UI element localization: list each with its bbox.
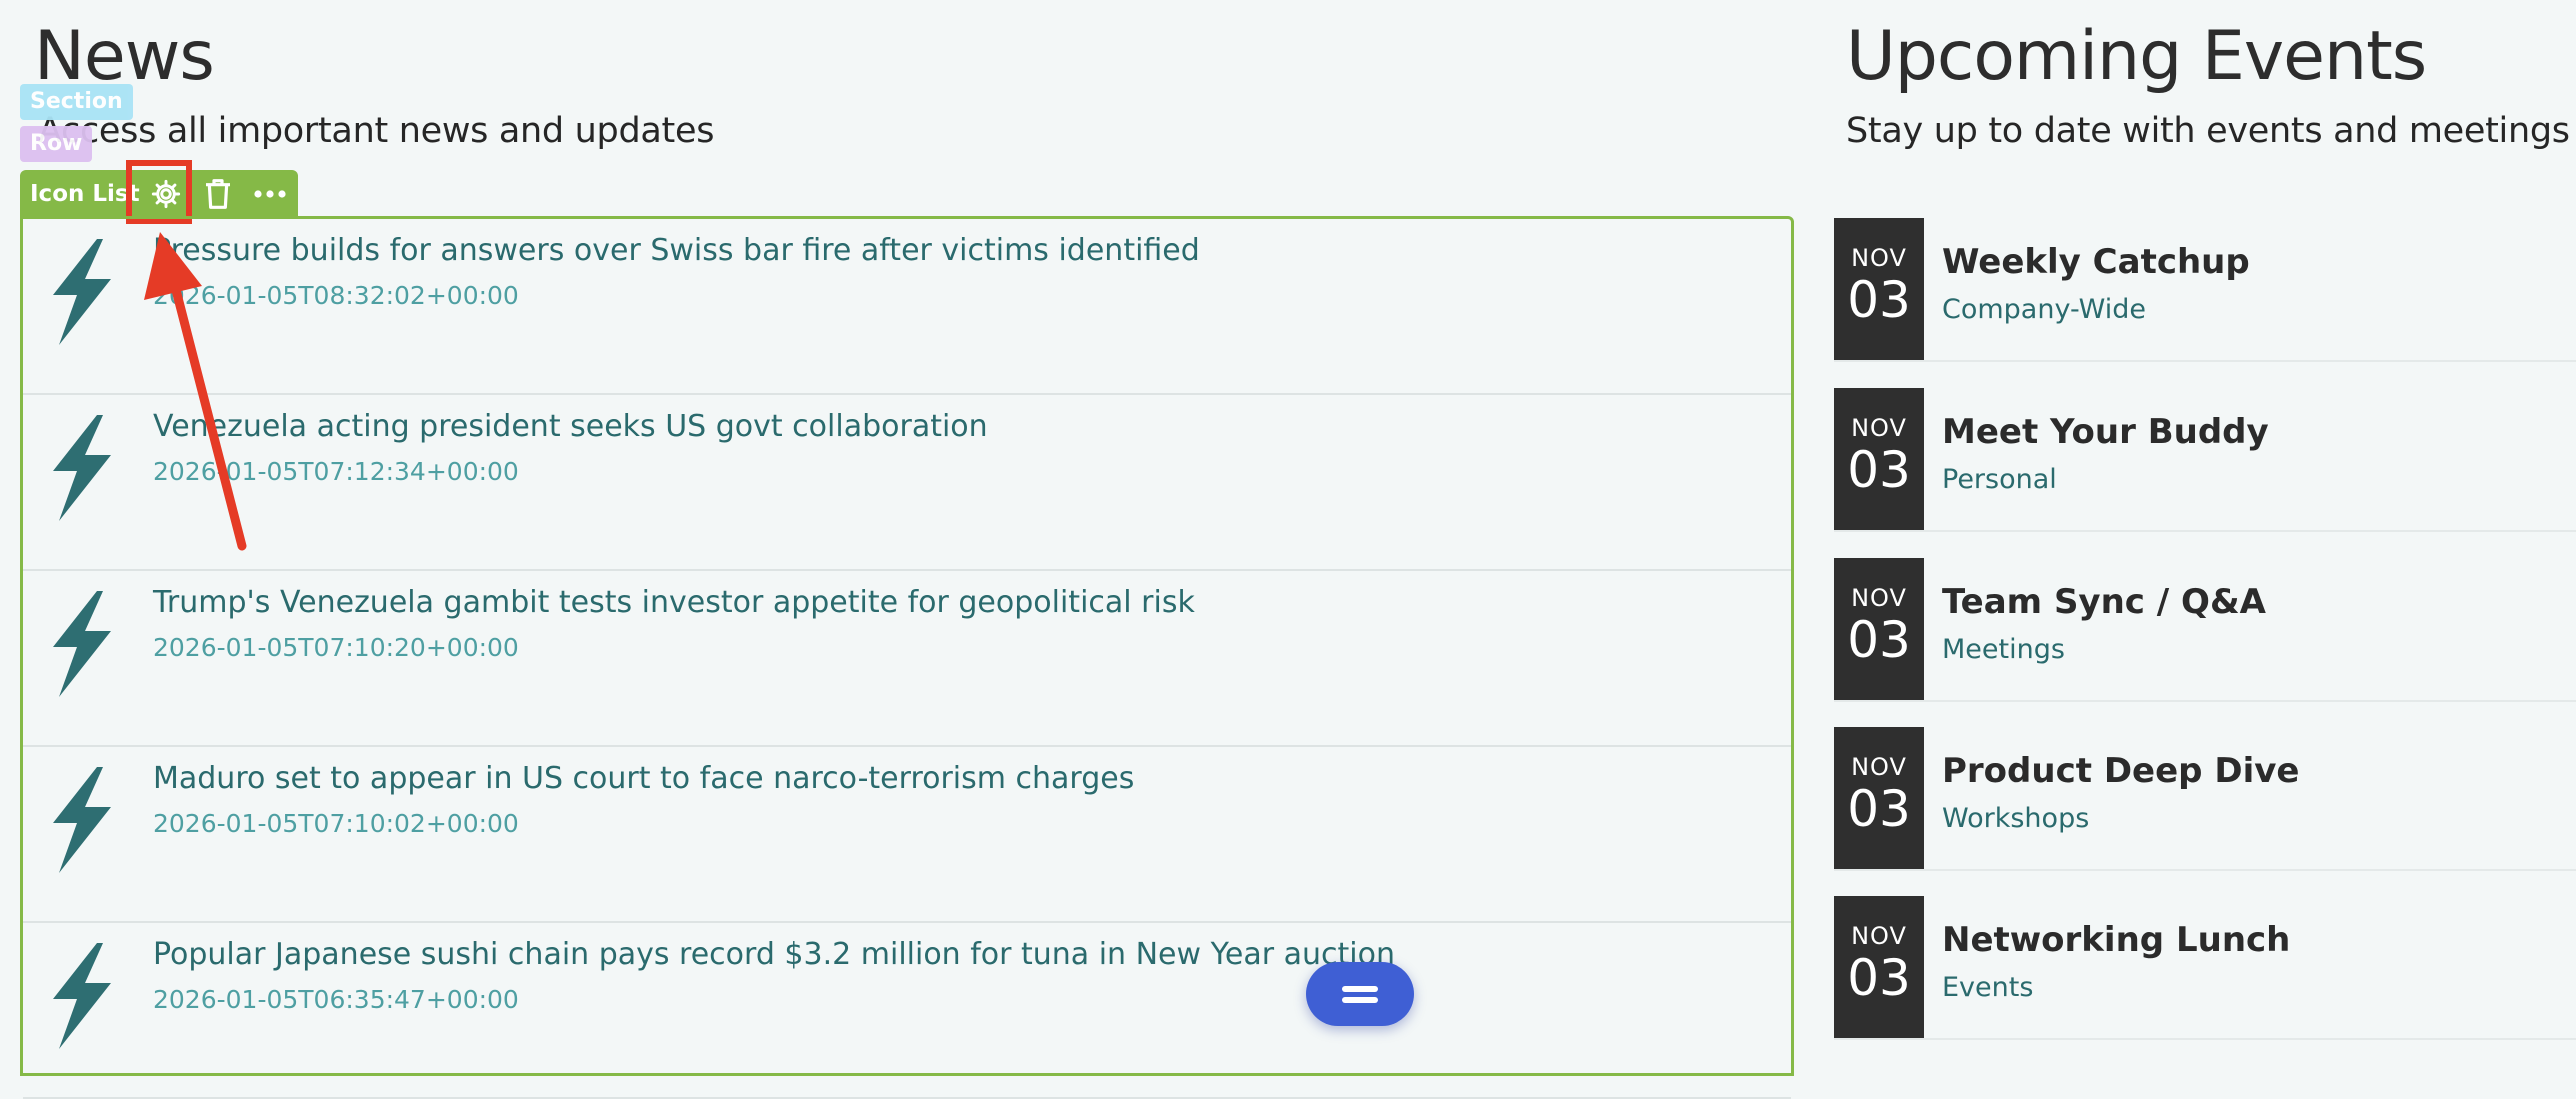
event-month: NOV	[1851, 584, 1907, 612]
news-date: 2026-01-05T07:12:34+00:00	[153, 457, 519, 486]
event-month: NOV	[1851, 922, 1907, 950]
event-title[interactable]: Weekly Catchup	[1942, 240, 2250, 284]
event-date-badge: NOV 03	[1834, 558, 1924, 700]
news-headline[interactable]: Trump's Venezuela gambit tests investor …	[153, 583, 1195, 623]
news-item[interactable]: Trump's Venezuela gambit tests investor …	[23, 571, 1791, 747]
more-horizontal-icon[interactable]	[244, 170, 296, 218]
event-day: 03	[1847, 441, 1911, 499]
news-item[interactable]: Maduro set to appear in US court to face…	[23, 747, 1791, 923]
event-date-badge: NOV 03	[1834, 388, 1924, 530]
event-day: 03	[1847, 780, 1911, 838]
event-month: NOV	[1851, 244, 1907, 272]
news-item[interactable]: Popular Japanese sushi chain pays record…	[23, 923, 1791, 1099]
event-category: Events	[1942, 972, 2034, 1003]
event-month: NOV	[1851, 414, 1907, 442]
event-item[interactable]: NOV 03 Product Deep Dive Workshops	[1834, 727, 2576, 871]
event-title[interactable]: Networking Lunch	[1942, 918, 2290, 962]
event-category: Workshops	[1942, 803, 2090, 834]
event-day: 03	[1847, 611, 1911, 669]
lightning-icon	[41, 589, 121, 703]
event-category: Company-Wide	[1942, 294, 2146, 325]
menu-fab-button[interactable]	[1306, 962, 1414, 1026]
event-date-badge: NOV 03	[1834, 896, 1924, 1038]
events-heading: Upcoming Events	[1846, 17, 2427, 96]
event-title[interactable]: Product Deep Dive	[1942, 749, 2299, 793]
lightning-icon	[41, 237, 121, 351]
lightning-icon	[41, 413, 121, 527]
event-title[interactable]: Team Sync / Q&A	[1942, 580, 2266, 624]
event-day: 03	[1847, 271, 1911, 329]
event-item[interactable]: NOV 03 Weekly Catchup Company-Wide	[1834, 218, 2576, 362]
event-category: Personal	[1942, 464, 2057, 495]
news-headline[interactable]: Popular Japanese sushi chain pays record…	[153, 935, 1395, 975]
event-day: 03	[1847, 949, 1911, 1007]
row-tag[interactable]: Row	[20, 126, 93, 162]
news-subtitle: Access all important news and updates	[38, 111, 715, 151]
event-item[interactable]: NOV 03 Meet Your Buddy Personal	[1834, 388, 2576, 532]
lightning-icon	[41, 941, 121, 1055]
news-headline[interactable]: Pressure builds for answers over Swiss b…	[153, 231, 1200, 271]
news-headline[interactable]: Maduro set to appear in US court to face…	[153, 759, 1134, 799]
widget-label[interactable]: Icon List	[20, 181, 140, 207]
event-item[interactable]: NOV 03 Networking Lunch Events	[1834, 896, 2576, 1040]
event-item[interactable]: NOV 03 Team Sync / Q&A Meetings	[1834, 558, 2576, 702]
event-date-badge: NOV 03	[1834, 727, 1924, 869]
trash-icon[interactable]	[192, 170, 244, 218]
event-month: NOV	[1851, 753, 1907, 781]
news-item[interactable]: Pressure builds for answers over Swiss b…	[23, 219, 1791, 395]
events-subtitle: Stay up to date with events and meetings	[1846, 111, 2570, 151]
news-headline[interactable]: Venezuela acting president seeks US govt…	[153, 407, 988, 447]
settings-highlight-box	[126, 160, 192, 224]
news-date: 2026-01-05T07:10:02+00:00	[153, 809, 519, 838]
news-list: Pressure builds for answers over Swiss b…	[20, 216, 1794, 1099]
news-date: 2026-01-05T08:32:02+00:00	[153, 281, 519, 310]
news-date: 2026-01-05T07:10:20+00:00	[153, 633, 519, 662]
news-item[interactable]: Venezuela acting president seeks US govt…	[23, 395, 1791, 571]
lightning-icon	[41, 765, 121, 879]
event-category: Meetings	[1942, 634, 2065, 665]
event-date-badge: NOV 03	[1834, 218, 1924, 360]
section-tag[interactable]: Section	[20, 84, 133, 120]
news-date: 2026-01-05T06:35:47+00:00	[153, 985, 519, 1014]
event-title[interactable]: Meet Your Buddy	[1942, 410, 2269, 454]
menu-equals-icon	[1342, 986, 1378, 992]
